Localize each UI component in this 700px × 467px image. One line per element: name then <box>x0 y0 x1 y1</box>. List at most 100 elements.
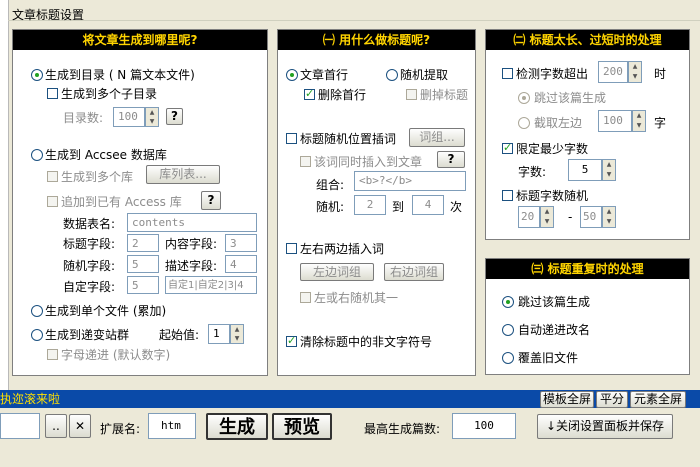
random-len-to-input[interactable]: 50 <box>580 206 602 228</box>
preview-button[interactable]: 预览 <box>272 413 332 440</box>
left-words-button[interactable]: 左边词组 <box>300 263 374 281</box>
generate-button[interactable]: 生成 <box>206 413 268 440</box>
template-fullscreen-button[interactable]: 模板全屏 <box>540 391 594 408</box>
desc-field-input[interactable]: 4 <box>225 255 257 273</box>
radio-dup-overwrite[interactable] <box>502 352 514 364</box>
dir-help-button[interactable]: ? <box>166 108 183 125</box>
split-button[interactable]: 平分 <box>596 391 628 408</box>
panel-header: ㈢ 标题重复时的处理 <box>486 259 689 279</box>
label-generate-to-dir: 生成到目录 ( N 篇文本文件) <box>45 68 195 82</box>
random-from-input[interactable]: 2 <box>354 195 386 215</box>
label-random-insert: 标题随机位置插词 <box>300 132 397 146</box>
label-dup-skip: 跳过该篇生成 <box>518 295 591 309</box>
label-table-name: 数据表名: <box>63 217 116 231</box>
checkbox-either-side[interactable] <box>300 292 311 303</box>
label-min-words: 限定最少字数 <box>516 142 589 156</box>
truncate-spinner[interactable]: ▲ ▼ <box>632 110 646 132</box>
radio-single-file[interactable] <box>31 305 43 317</box>
checkbox-delete-title[interactable] <box>406 89 417 100</box>
label-to: 到 <box>392 200 405 214</box>
radio-generate-to-accsee[interactable] <box>31 149 43 161</box>
label-custom-field: 自定字段: <box>63 280 116 294</box>
min-words-spinner[interactable]: ▲ ▼ <box>602 159 616 181</box>
db-list-button[interactable]: 库列表... <box>146 165 220 184</box>
label-word-count: 字数: <box>518 165 547 179</box>
checkbox-append-access[interactable] <box>47 196 58 207</box>
label-multi-db: 生成到多个库 <box>61 170 134 184</box>
right-words-button[interactable]: 右边词组 <box>384 263 444 281</box>
radio-dup-skip[interactable] <box>502 296 514 308</box>
table-name-input[interactable]: contents <box>127 213 257 232</box>
insert-help-button[interactable]: ? <box>437 151 465 168</box>
label-multi-subdir: 生成到多个子目录 <box>61 87 158 101</box>
duplicate-title-panel: ㈢ 标题重复时的处理 跳过该篇生成 自动递进改名 覆盖旧文件 <box>485 258 690 375</box>
title-field-input[interactable]: 2 <box>127 234 159 252</box>
checkbox-delete-first-line[interactable] <box>304 87 315 100</box>
label-delete-title: 删掉标题 <box>420 88 469 102</box>
label-random-field: 随机字段: <box>63 259 116 273</box>
access-help-button[interactable]: ? <box>201 191 221 210</box>
label-detect-over: 检测字数超出 <box>516 67 589 81</box>
random-to-input[interactable]: 4 <box>412 195 444 215</box>
radio-first-line[interactable] <box>286 69 298 81</box>
word-group-button[interactable]: 词组... <box>409 128 465 147</box>
checkbox-min-words[interactable] <box>502 141 513 154</box>
label-truncate: 截取左边 <box>534 116 583 130</box>
radio-recursive-sites[interactable] <box>31 329 43 341</box>
output-path-input[interactable] <box>0 413 40 439</box>
dir-count-spinner[interactable]: ▲ ▼ <box>145 107 159 127</box>
label-random-times: 随机: <box>316 200 345 214</box>
start-value-input[interactable]: 1 <box>208 324 230 344</box>
random-field-input[interactable]: 5 <box>127 255 159 273</box>
label-letter-recursive: 字母递进 (默认数字) <box>61 348 171 362</box>
min-words-input[interactable]: 5 <box>568 159 602 181</box>
panel-header: ㈡ 标题太长、过短时的处理 <box>486 30 689 50</box>
panel-header: ㈠ 用什么做标题呢? <box>278 30 475 50</box>
checkbox-detect-over[interactable] <box>502 68 513 79</box>
label-times-unit: 次 <box>450 200 463 214</box>
label-title-field: 标题字段: <box>63 237 116 251</box>
checkbox-multi-db[interactable] <box>47 171 58 182</box>
element-fullscreen-button[interactable]: 元素全屏 <box>630 391 686 408</box>
radio-truncate[interactable] <box>518 117 530 129</box>
detect-over-spinner[interactable]: ▲ ▼ <box>628 61 642 83</box>
detect-over-input[interactable]: 200 <box>598 61 628 83</box>
content-field-input[interactable]: 3 <box>225 234 257 252</box>
extension-input[interactable]: htm <box>148 413 196 439</box>
truncate-input[interactable]: 100 <box>598 110 632 132</box>
random-len-to-spinner[interactable]: ▲ ▼ <box>602 206 616 228</box>
custom-field-list-input[interactable]: 自定1|自定2|3|4 <box>165 276 257 294</box>
label-desc-field: 描述字段: <box>165 259 218 273</box>
radio-dup-rename[interactable] <box>502 324 514 336</box>
close-save-button[interactable]: ↓关闭设置面板并保存 <box>537 414 673 439</box>
label-dup-rename: 自动递进改名 <box>518 323 591 337</box>
checkbox-both-sides[interactable] <box>286 243 297 254</box>
title-length-panel: ㈡ 标题太长、过短时的处理 检测字数超出 200 ▲ ▼ 时 跳过该篇生成 截取左… <box>485 29 690 240</box>
label-detect-unit: 时 <box>654 67 667 81</box>
start-value-spinner[interactable]: ▲ ▼ <box>230 324 244 344</box>
random-len-from-input[interactable]: 20 <box>518 206 540 228</box>
group-title: 文章标题设置 <box>12 8 85 22</box>
custom-field-input[interactable]: 5 <box>127 276 159 294</box>
checkbox-letter-recursive[interactable] <box>47 349 58 360</box>
checkbox-clean-symbols[interactable] <box>286 334 297 347</box>
combo-input[interactable]: <b>?</b> <box>354 171 466 191</box>
label-skip-long: 跳过该篇生成 <box>534 91 607 105</box>
radio-skip-long[interactable] <box>518 92 530 104</box>
label-random-length: 标题字数随机 <box>516 189 589 203</box>
radio-generate-to-dir[interactable] <box>31 69 43 81</box>
radio-random-pick[interactable] <box>386 69 398 81</box>
label-clean-symbols: 清除标题中的非文字符号 <box>300 335 433 349</box>
label-dir-count: 目录数: <box>63 111 104 125</box>
dir-count-input[interactable]: 100 <box>113 107 145 127</box>
checkbox-insert-into-article[interactable] <box>300 156 311 167</box>
checkbox-random-length[interactable] <box>502 190 513 201</box>
checkbox-multi-subdir[interactable] <box>47 88 58 99</box>
clear-path-button[interactable]: ✕ <box>69 414 91 438</box>
label-first-line: 文章首行 <box>300 68 349 82</box>
label-recursive-sites: 生成到递变站群 <box>45 328 130 342</box>
checkbox-random-insert[interactable] <box>286 133 297 144</box>
browse-button[interactable]: .. <box>45 414 67 438</box>
random-len-from-spinner[interactable]: ▲ ▼ <box>540 206 554 228</box>
max-count-input[interactable]: 100 <box>452 413 516 439</box>
